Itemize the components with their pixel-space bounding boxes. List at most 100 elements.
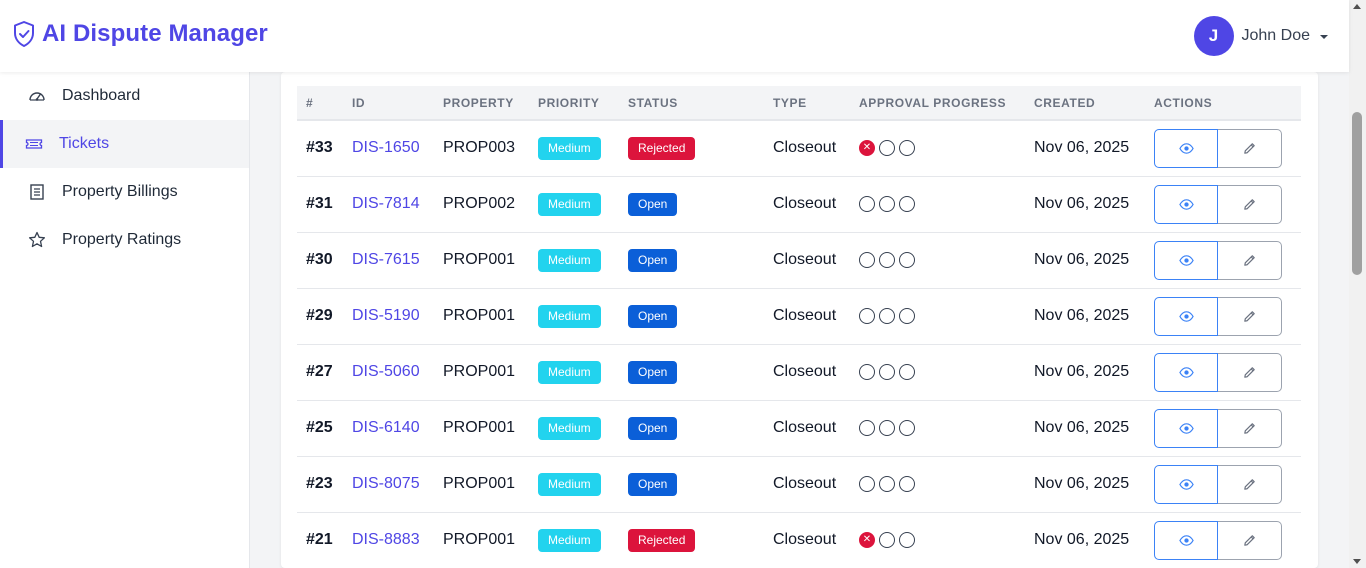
created-cell: Nov 06, 2025 [1034, 475, 1130, 492]
table-header-row: # ID PROPERTY PRIORITY STATUS TYPE APPRO… [297, 86, 1301, 121]
approval-step-pending-icon [879, 308, 895, 324]
ticket-id-cell: DIS-5190 [343, 288, 434, 344]
approval-step-pending-icon [879, 476, 895, 492]
pencil-icon [1244, 310, 1255, 322]
approval-progress [859, 364, 1025, 380]
ticket-number: #23 [306, 475, 333, 492]
approval-step-pending-icon [879, 196, 895, 212]
edit-button[interactable] [1218, 520, 1282, 560]
priority-badge: Medium [538, 136, 601, 160]
scrollbar-thumb[interactable] [1352, 112, 1362, 275]
approval-step-pending-icon [899, 364, 915, 380]
property-cell: PROP001 [443, 307, 516, 324]
column-header-approval-progress[interactable]: APPROVAL PROGRESS [850, 86, 1025, 121]
page-scrollbar[interactable] [1349, 0, 1366, 568]
view-button[interactable] [1154, 352, 1218, 392]
app-title: AI Dispute Manager [42, 20, 268, 47]
ticket-id-cell: DIS-1650 [343, 120, 434, 176]
column-header-property[interactable]: PROPERTY [434, 86, 529, 121]
status-badge: Open [628, 416, 678, 440]
table-row: #25 DIS-6140 PROP001 Medium Open Closeout Nov … [297, 400, 1301, 456]
approval-progress [859, 196, 1025, 212]
priority-cell: Medium [529, 232, 619, 288]
actions-cell [1145, 456, 1301, 512]
edit-button[interactable] [1218, 184, 1282, 224]
top-navbar: AI Dispute Manager J John Doe [0, 0, 1349, 72]
created-cell: Nov 06, 2025 [1034, 307, 1130, 324]
edit-button[interactable] [1218, 240, 1282, 280]
property-cell: PROP001 [443, 419, 516, 436]
action-button-group [1154, 296, 1301, 336]
edit-button[interactable] [1218, 128, 1282, 168]
action-button-group [1154, 520, 1301, 560]
ticket-id-link[interactable]: DIS-5060 [352, 363, 420, 380]
eye-icon [1178, 254, 1194, 266]
approval-progress [859, 308, 1025, 324]
tickets-table: # ID PROPERTY PRIORITY STATUS TYPE APPRO… [297, 86, 1301, 568]
user-menu[interactable]: J John Doe [1193, 16, 1328, 56]
ticket-id-cell: DIS-7814 [343, 176, 434, 232]
approval-step-pending-icon [859, 420, 875, 436]
ticket-icon [25, 139, 43, 149]
column-header-type[interactable]: TYPE [764, 86, 850, 121]
actions-cell [1145, 176, 1301, 232]
edit-button[interactable] [1218, 352, 1282, 392]
status-badge: Open [628, 248, 678, 272]
approval-step-pending-icon [859, 476, 875, 492]
eye-icon [1178, 422, 1194, 434]
speedometer-icon [29, 92, 45, 101]
scroll-up-arrow-icon[interactable] [1353, 4, 1361, 9]
table-row: #30 DIS-7615 PROP001 Medium Open Closeout Nov … [297, 232, 1301, 288]
view-button[interactable] [1154, 240, 1218, 280]
pencil-icon [1244, 478, 1255, 490]
approval-progress-cell: ✕ [850, 512, 1025, 568]
column-header-priority[interactable]: PRIORITY [529, 86, 619, 121]
status-cell: Open [619, 176, 764, 232]
approval-step-pending-icon [899, 420, 915, 436]
column-header-actions: ACTIONS [1145, 86, 1301, 121]
view-button[interactable] [1154, 408, 1218, 448]
pencil-icon [1244, 254, 1255, 266]
ticket-id-link[interactable]: DIS-5190 [352, 307, 420, 324]
sidebar-item-tickets[interactable]: Tickets [0, 120, 249, 168]
view-button[interactable] [1154, 464, 1218, 504]
action-button-group [1154, 408, 1301, 448]
brand[interactable]: AI Dispute Manager [12, 20, 268, 48]
actions-cell [1145, 344, 1301, 400]
approval-progress-cell [850, 344, 1025, 400]
ticket-number: #30 [306, 251, 333, 268]
view-button[interactable] [1154, 520, 1218, 560]
ticket-id-link[interactable]: DIS-8075 [352, 475, 420, 492]
column-header-status[interactable]: STATUS [619, 86, 764, 121]
ticket-id-link[interactable]: DIS-7615 [352, 251, 420, 268]
edit-button[interactable] [1218, 296, 1282, 336]
priority-cell: Medium [529, 176, 619, 232]
view-button[interactable] [1154, 296, 1218, 336]
sidebar-item-dashboard[interactable]: Dashboard [0, 72, 249, 120]
sidebar-item-label: Dashboard [62, 87, 141, 104]
approval-step-pending-icon [879, 532, 895, 548]
view-button[interactable] [1154, 128, 1218, 168]
approval-progress-cell [850, 288, 1025, 344]
ticket-id-link[interactable]: DIS-1650 [352, 139, 420, 156]
edit-button[interactable] [1218, 408, 1282, 448]
property-cell: PROP001 [443, 475, 516, 492]
column-header-num[interactable]: # [297, 86, 343, 121]
ticket-id-link[interactable]: DIS-8883 [352, 531, 420, 548]
status-cell: Open [619, 344, 764, 400]
type-cell: Closeout [773, 363, 837, 380]
status-cell: Open [619, 232, 764, 288]
approval-step-pending-icon [879, 420, 895, 436]
edit-button[interactable] [1218, 464, 1282, 504]
sidebar-item-property-ratings[interactable]: Property Ratings [0, 216, 249, 264]
ticket-id-link[interactable]: DIS-6140 [352, 419, 420, 436]
created-cell: Nov 06, 2025 [1034, 419, 1130, 436]
scroll-down-arrow-icon[interactable] [1353, 559, 1361, 564]
approval-step-pending-icon [899, 196, 915, 212]
receipt-icon [30, 184, 44, 200]
view-button[interactable] [1154, 184, 1218, 224]
column-header-created[interactable]: CREATED [1025, 86, 1145, 121]
sidebar-item-property-billings[interactable]: Property Billings [0, 168, 249, 216]
column-header-id[interactable]: ID [343, 86, 434, 121]
ticket-id-link[interactable]: DIS-7814 [352, 195, 420, 212]
